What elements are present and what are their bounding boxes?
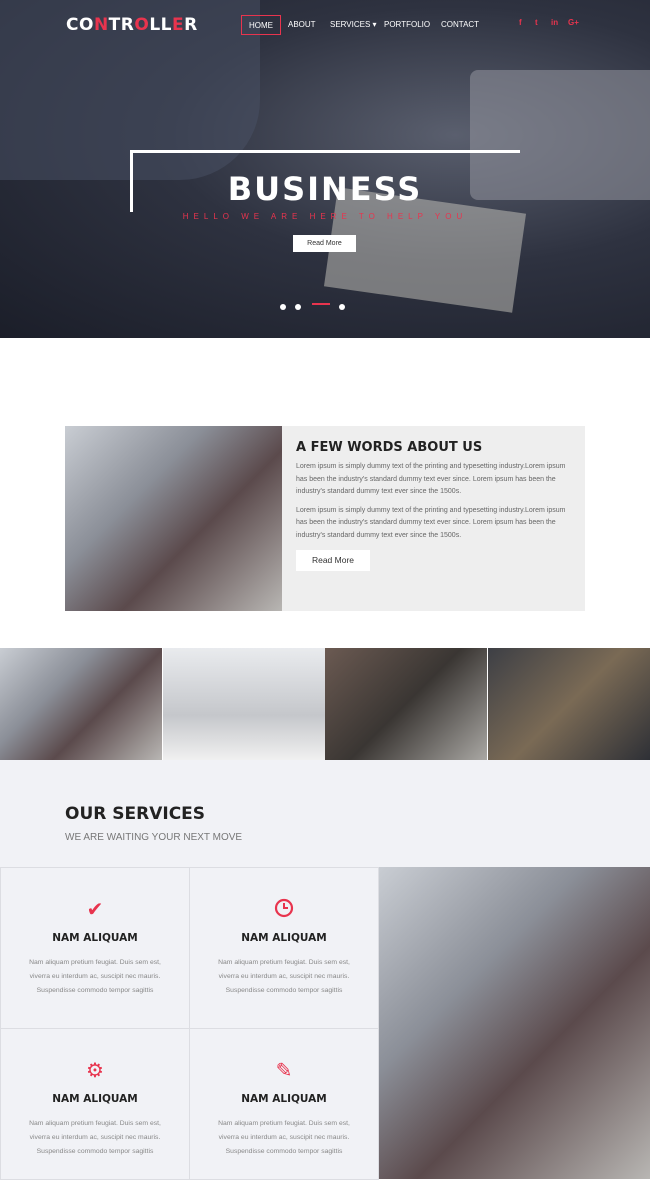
logo-text: E	[171, 15, 185, 35]
hero-subtitle: HELLO WE ARE HERE TO HELP YOU	[182, 212, 468, 221]
slider-dot-1[interactable]	[280, 304, 286, 310]
gallery-image-3[interactable]	[325, 648, 487, 760]
nav-contact[interactable]: CONTACT	[434, 15, 486, 35]
gallery-image-1[interactable]	[0, 648, 162, 760]
hero-read-more-button[interactable]: Read More	[293, 235, 356, 252]
service-card: NAM ALIQUAM Nam aliquam pretium feugiat.…	[189, 867, 379, 1029]
logo-text: LL	[149, 15, 172, 35]
gear-icon: ⚙	[86, 1060, 104, 1082]
check-icon: ✔	[86, 899, 104, 921]
services-subtitle: WE ARE WAITING YOUR NEXT MOVE	[65, 832, 243, 843]
google-plus-icon[interactable]: G+	[568, 18, 579, 27]
hero-title: BUSINESS	[227, 170, 423, 208]
about-title: A FEW WORDS ABOUT US	[296, 440, 483, 455]
logo[interactable]: CONTROLLER	[66, 15, 198, 35]
service-title: NAM ALIQUAM	[241, 932, 327, 944]
service-text: Nam aliquam pretium feugiat. Duis sem es…	[29, 1120, 161, 1155]
services-title: OUR SERVICES	[65, 804, 206, 824]
service-title: NAM ALIQUAM	[52, 932, 138, 944]
pencil-icon: ✎	[275, 1060, 293, 1082]
service-title: NAM ALIQUAM	[52, 1093, 138, 1105]
nav-about[interactable]: ABOUT	[281, 15, 323, 35]
nav-portfolio[interactable]: PORTFOLIO	[377, 15, 437, 35]
logo-text: N	[93, 15, 109, 35]
logo-text: TR	[108, 15, 135, 35]
service-text: Nam aliquam pretium feugiat. Duis sem es…	[218, 959, 350, 994]
service-title: NAM ALIQUAM	[241, 1093, 327, 1105]
frame-line	[130, 150, 520, 153]
slider-dot-active[interactable]	[312, 303, 330, 305]
about-image	[65, 426, 282, 611]
service-text: Nam aliquam pretium feugiat. Duis sem es…	[218, 1120, 350, 1155]
service-text: Nam aliquam pretium feugiat. Duis sem es…	[29, 959, 161, 994]
service-card: ⚙ NAM ALIQUAM Nam aliquam pretium feugia…	[0, 1028, 190, 1180]
nav-home[interactable]: HOME	[241, 15, 281, 35]
about-paragraph: Lorem ipsum is simply dummy text of the …	[296, 506, 566, 539]
logo-text: O	[134, 15, 150, 35]
nav-services[interactable]: SERVICES ▾	[323, 15, 384, 35]
logo-text: CO	[66, 15, 94, 35]
slider-dot-2[interactable]	[295, 304, 301, 310]
services-image	[379, 867, 650, 1179]
clock-icon	[190, 898, 378, 922]
about-paragraph: Lorem ipsum is simply dummy text of the …	[296, 463, 566, 495]
twitter-icon[interactable]: t	[535, 18, 538, 27]
hero-slider: CONTROLLER HOME ABOUT SERVICES ▾ PORTFOL…	[0, 0, 650, 338]
about-read-more-button[interactable]: Read More	[296, 550, 370, 571]
gallery-image-4[interactable]	[488, 648, 650, 760]
gallery-image-2[interactable]	[163, 648, 325, 760]
about-panel: A FEW WORDS ABOUT US Lorem ipsum is simp…	[282, 426, 585, 611]
linkedin-icon[interactable]: in	[551, 18, 558, 27]
service-card: ✔ NAM ALIQUAM Nam aliquam pretium feugia…	[0, 867, 190, 1029]
slider-dot-4[interactable]	[339, 304, 345, 310]
service-card: ✎ NAM ALIQUAM Nam aliquam pretium feugia…	[189, 1028, 379, 1180]
facebook-icon[interactable]: f	[519, 18, 522, 27]
logo-text: R	[184, 15, 198, 35]
